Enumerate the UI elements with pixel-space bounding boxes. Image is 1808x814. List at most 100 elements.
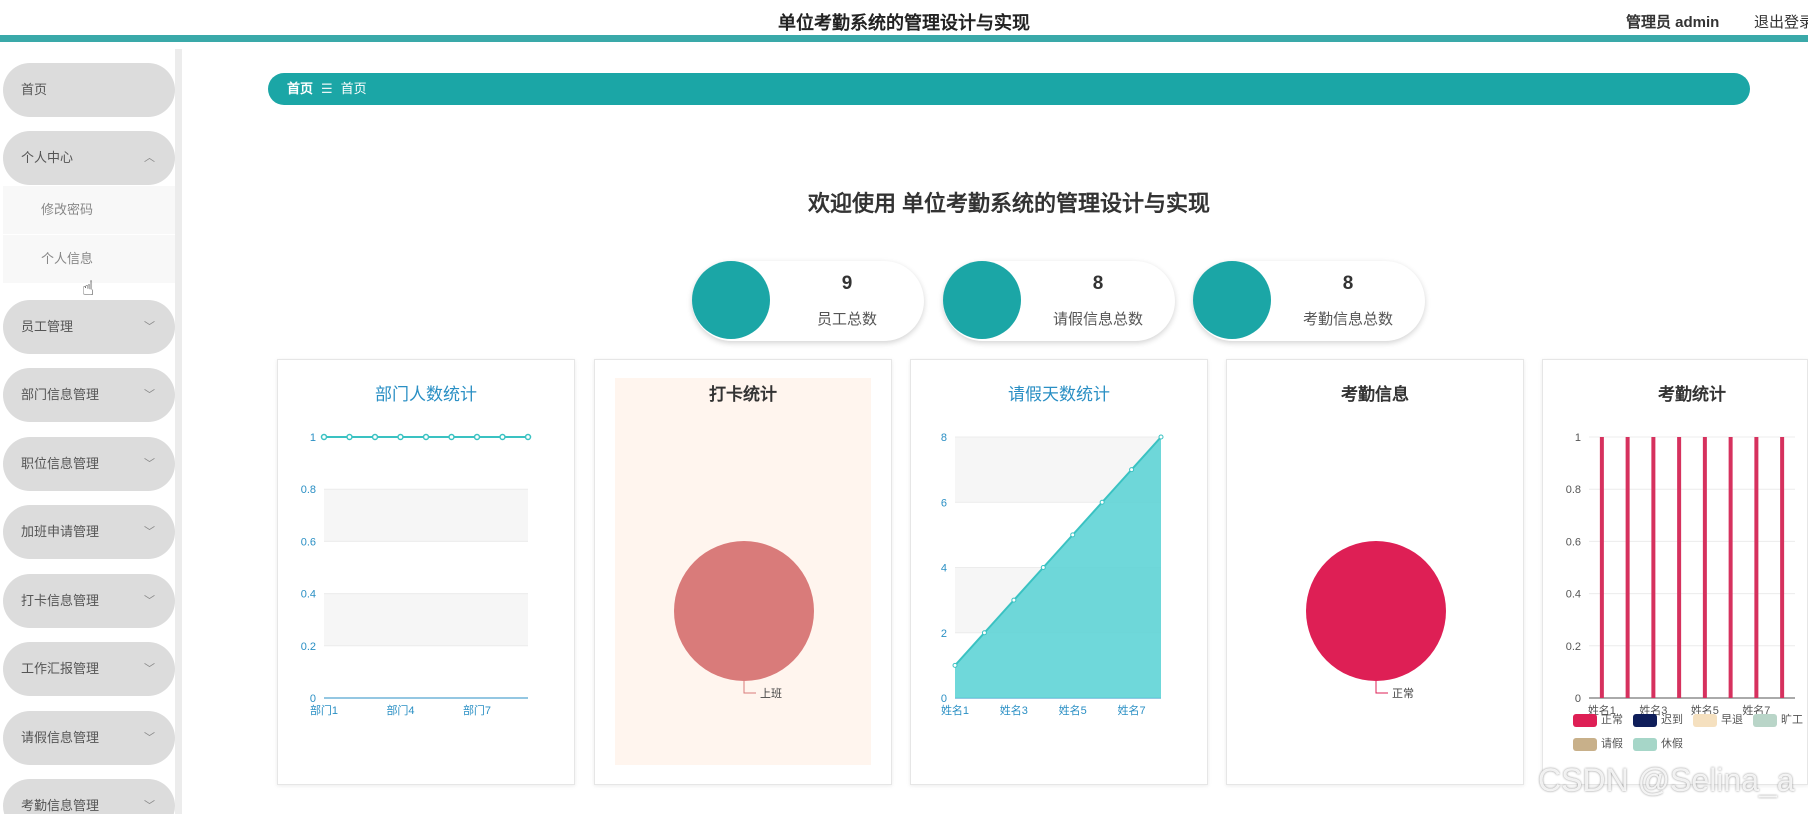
sidebar-item-work-report[interactable]: 工作汇报管理 ﹀: [3, 642, 175, 696]
y-tick-label: 1: [1575, 432, 1581, 444]
legend-item[interactable]: 正常: [1573, 711, 1623, 727]
sidebar-item-employee[interactable]: 员工管理 ﹀: [3, 300, 175, 354]
legend-item[interactable]: 旷工: [1753, 711, 1803, 727]
sidebar-item-overtime[interactable]: 加班申请管理 ﹀: [3, 505, 175, 559]
y-tick-label: 0.8: [1566, 484, 1581, 496]
data-point: [1129, 467, 1135, 473]
grid-band: [324, 593, 528, 646]
legend-swatch: [1633, 737, 1657, 751]
grid-band: [324, 489, 528, 542]
y-tick-label: 0.8: [301, 484, 316, 496]
chevron-down-icon: ﹀: [144, 321, 155, 333]
stat-leave-count: 8 请假信息总数: [943, 261, 1175, 341]
line-chart: 0 0.2 0.4 0.6 0.8 1 部门1 部门4 部门7: [301, 432, 532, 717]
y-tick-label: 0.2: [301, 641, 316, 653]
y-tick-label: 0.4: [301, 589, 316, 601]
data-point: [397, 433, 404, 441]
y-tick-label: 0.6: [1566, 536, 1581, 548]
chevron-up-icon: ︿: [144, 152, 155, 164]
sidebar-item-label: 个人中心: [21, 150, 74, 165]
bar: [1754, 437, 1759, 698]
chart-card-attendance-info: 考勤信息 正常: [1226, 359, 1524, 785]
y-tick-label: 0: [310, 693, 316, 705]
legend-item[interactable]: 迟到: [1633, 711, 1683, 727]
sidebar-item-attendance[interactable]: 考勤信息管理 ﹀: [3, 779, 175, 814]
legend-item[interactable]: 早退: [1693, 711, 1743, 727]
chart-card-attendance-stats: 考勤统计 0 0.2 0.4 0.6 0.8 1 姓名1 姓名3 姓名5 姓名7 正常 迟到 早退 旷工…: [1542, 359, 1808, 785]
data-point: [499, 433, 506, 441]
data-point: [371, 433, 379, 441]
legend-item[interactable]: 请假: [1573, 735, 1623, 751]
chart-card-department: 部门人数统计 0 0.2 0.4 0.6 0.8 1 部门1 部门4 部门7: [277, 359, 575, 785]
sidebar-item-label: 首页: [21, 82, 48, 97]
x-tick-label: 部门7: [463, 703, 491, 717]
x-tick-label: 姓名7: [1118, 703, 1146, 717]
bar: [1780, 437, 1785, 698]
sidebar-item-leave[interactable]: 请假信息管理 ﹀: [3, 711, 175, 765]
legend-label: 请假: [1601, 738, 1623, 750]
stat-label: 考勤信息总数: [1302, 311, 1393, 328]
sidebar-item-label: 部门信息管理: [21, 387, 100, 402]
data-point: [1070, 532, 1076, 538]
sidebar-item-clock-in[interactable]: 打卡信息管理 ﹀: [3, 574, 175, 628]
sidebar-item-label: 打卡信息管理: [21, 593, 100, 608]
logout-link[interactable]: 退出登录: [1754, 11, 1808, 32]
sidebar-item-label: 员工管理: [21, 319, 74, 334]
breadcrumb-home[interactable]: 首页: [287, 81, 313, 96]
chevron-down-icon: ﹀: [144, 595, 155, 607]
chart-card-leave-days: 请假天数统计 0 2 4 6 8 姓名1 姓名3 姓名5 姓名7: [910, 359, 1208, 785]
stat-circle-icon: [943, 261, 1021, 339]
data-point: [320, 433, 328, 441]
pie-label-line: [1375, 681, 1388, 694]
legend-label: 休假: [1661, 738, 1683, 750]
legend-swatch: [1573, 713, 1597, 727]
bar: [1702, 437, 1707, 698]
pie-chart: 正常: [1306, 541, 1446, 700]
app-title: 单位考勤系统的管理设计与实现: [778, 13, 1030, 33]
sidebar-item-department[interactable]: 部门信息管理 ﹀: [3, 368, 175, 422]
data-point: [346, 433, 353, 441]
sidebar-item-label: 职位信息管理: [21, 456, 100, 471]
legend-swatch: [1633, 713, 1657, 727]
pie-label: 正常: [1392, 687, 1414, 700]
legend-item[interactable]: 休假: [1633, 735, 1683, 751]
stat-attendance-count: 8 考勤信息总数: [1193, 261, 1425, 341]
sidebar-item-label: 工作汇报管理: [21, 661, 100, 676]
chevron-down-icon: ﹀: [144, 800, 155, 812]
chevron-down-icon: ﹀: [144, 458, 155, 470]
stat-circle-icon: [692, 261, 770, 339]
sidebar-subitem-change-password[interactable]: 修改密码: [3, 186, 175, 234]
welcome-title: 欢迎使用 单位考勤系统的管理设计与实现: [807, 191, 1211, 216]
pie-label-line: [743, 681, 756, 694]
chart-legend: 正常 迟到 早退 旷工请假 休假: [1573, 711, 1807, 759]
watermark: CSDN @Selina_a: [1538, 762, 1795, 798]
sidebar-item-label: 请假信息管理: [21, 730, 100, 745]
sidebar-item-home[interactable]: 首页: [3, 63, 175, 117]
stat-employee-count: 9 员工总数: [692, 261, 924, 341]
chevron-down-icon: ﹀: [144, 663, 155, 675]
stat-value: 9: [841, 273, 853, 294]
x-tick-label: 姓名5: [1059, 703, 1087, 717]
sidebar-subitem-label: 个人信息: [41, 251, 94, 266]
chevron-down-icon: ﹀: [144, 732, 155, 744]
sidebar-item-position[interactable]: 职位信息管理 ﹀: [3, 437, 175, 491]
pie-label: 上班: [760, 687, 782, 700]
data-point: [1158, 434, 1164, 440]
sidebar-item-personal-center[interactable]: 个人中心 ︿: [3, 131, 175, 185]
data-point: [952, 662, 958, 668]
admin-label: 管理员 admin: [1626, 14, 1720, 31]
area-chart: 0 2 4 6 8 姓名1 姓名3 姓名5 姓名7: [941, 432, 1164, 717]
stat-value: 8: [1342, 273, 1354, 294]
y-tick-label: 1: [310, 432, 316, 444]
hand-cursor-icon: ☝: [82, 278, 95, 300]
data-point: [473, 433, 481, 441]
chevron-down-icon: ﹀: [144, 389, 155, 401]
sidebar-subitem-label: 修改密码: [41, 202, 94, 217]
x-tick-label: 部门1: [310, 703, 338, 717]
top-bar: 单位考勤系统的管理设计与实现 管理员 admin 退出登录: [0, 0, 1808, 42]
legend-label: 旷工: [1781, 714, 1803, 726]
stat-value: 8: [1092, 273, 1104, 294]
pie-slice: [1306, 541, 1446, 681]
x-tick-label: 姓名3: [1000, 703, 1028, 717]
data-point: [1011, 597, 1017, 603]
